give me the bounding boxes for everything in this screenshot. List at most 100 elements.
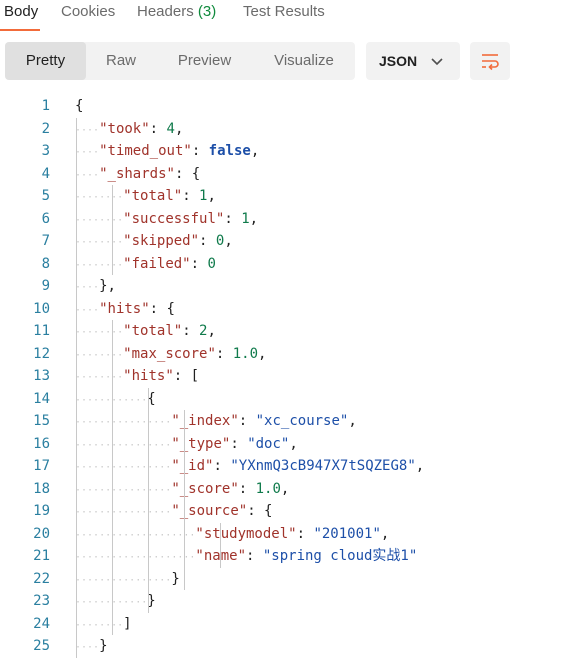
code-line: 1{ bbox=[0, 95, 578, 118]
code-text: ········"hits": [ bbox=[75, 365, 199, 390]
indent-whitespace-dots: ········ bbox=[75, 237, 124, 248]
code-token: 1.0 bbox=[232, 345, 259, 362]
code-line: 15 ················"_index": "xc_course", bbox=[0, 410, 578, 433]
code-token: "doc" bbox=[247, 435, 290, 452]
code-token: : { bbox=[247, 503, 273, 519]
code-text: ····················"name": "spring clou… bbox=[75, 545, 417, 570]
chevron-down-icon bbox=[430, 55, 444, 73]
line-number: 13 bbox=[33, 368, 50, 384]
indent-whitespace-dots: ···· bbox=[75, 147, 100, 158]
code-text: ····"took": 4, bbox=[75, 118, 183, 143]
tab-test-results-label: Test Results bbox=[243, 3, 325, 20]
code-line: 16 ················"_type": "doc", bbox=[0, 433, 578, 456]
indent-whitespace-dots: ················ bbox=[75, 574, 172, 586]
code-text: ····················"studymodel": "20100… bbox=[75, 523, 389, 548]
code-line: 2 ····"took": 4, bbox=[0, 118, 578, 141]
indent-whitespace-dots: ········ bbox=[75, 259, 124, 271]
code-token: : bbox=[191, 143, 209, 159]
code-token: : bbox=[230, 435, 248, 452]
code-token: , bbox=[207, 188, 216, 204]
code-token: , bbox=[258, 345, 267, 362]
line-number: 23 bbox=[33, 593, 50, 609]
code-token: "hits" bbox=[123, 368, 174, 384]
code-token: false bbox=[208, 143, 251, 159]
headers-count-badge: (3) bbox=[197, 3, 217, 20]
indent-whitespace-dots: ···· bbox=[75, 169, 100, 181]
code-text: ····"timed_out": false, bbox=[75, 140, 259, 165]
code-text: ····"_shards": { bbox=[75, 163, 200, 188]
line-number: 16 bbox=[33, 435, 50, 452]
code-token: } bbox=[99, 638, 108, 654]
code-line: 12 ········"max_score": 1.0, bbox=[0, 343, 578, 366]
code-token: : bbox=[224, 210, 242, 227]
format-select[interactable]: JSON bbox=[366, 42, 460, 80]
code-text: ········"max_score": 1.0, bbox=[75, 343, 266, 368]
wrap-lines-button[interactable] bbox=[470, 42, 510, 80]
code-token: 4 bbox=[166, 120, 175, 137]
tab-test-results[interactable]: Test Results bbox=[243, 3, 325, 20]
line-number: 14 bbox=[33, 390, 50, 407]
line-number: 25 bbox=[33, 638, 50, 654]
code-token: } bbox=[171, 570, 180, 587]
code-token: ] bbox=[123, 615, 132, 632]
code-line: 10 ····"hits": { bbox=[0, 298, 578, 321]
code-token: "max_score" bbox=[123, 345, 216, 362]
code-token: 0 bbox=[207, 255, 216, 272]
tab-headers[interactable]: Headers (3) bbox=[137, 3, 216, 20]
code-token: , bbox=[224, 233, 233, 249]
code-token: "_source" bbox=[171, 503, 248, 519]
indent-guide bbox=[184, 410, 185, 590]
line-number: 24 bbox=[33, 615, 50, 632]
line-number: 9 bbox=[41, 278, 50, 294]
preview-button[interactable]: Preview bbox=[156, 42, 253, 80]
code-token: "skipped" bbox=[123, 233, 200, 249]
line-number: 21 bbox=[33, 548, 50, 564]
code-text: ····} bbox=[75, 635, 108, 660]
code-text: ········"total": 2, bbox=[75, 320, 216, 345]
code-token: , bbox=[207, 323, 216, 339]
code-token: "_index" bbox=[171, 413, 239, 429]
code-token: : bbox=[190, 255, 208, 272]
code-text: ····}, bbox=[75, 275, 116, 300]
code-token: : bbox=[238, 413, 256, 429]
code-token: , bbox=[249, 210, 259, 227]
pretty-button[interactable]: Pretty bbox=[5, 42, 86, 80]
code-text: ············} bbox=[75, 590, 156, 615]
code-token: "timed_out" bbox=[99, 143, 192, 159]
tab-body[interactable]: Body bbox=[4, 3, 38, 20]
code-token: : bbox=[246, 548, 263, 564]
code-token: : bbox=[199, 233, 216, 249]
indent-whitespace-dots: ···················· bbox=[75, 552, 196, 563]
code-text: ················"_source": { bbox=[75, 500, 272, 525]
line-number: 11 bbox=[33, 323, 50, 339]
line-number: 19 bbox=[33, 503, 50, 519]
line-number: 15 bbox=[33, 413, 50, 429]
code-line: 24 ········] bbox=[0, 613, 578, 636]
tab-cookies[interactable]: Cookies bbox=[61, 3, 115, 20]
code-text: ················"_type": "doc", bbox=[75, 433, 298, 458]
code-token: "_score" bbox=[171, 480, 239, 497]
line-number: 12 bbox=[33, 345, 50, 362]
code-token: }, bbox=[99, 278, 116, 294]
line-number: 7 bbox=[41, 233, 50, 249]
code-token: , bbox=[174, 120, 184, 137]
code-token: "_shards" bbox=[99, 165, 175, 182]
response-body-editor[interactable]: 1{2 ····"took": 4, 3 ····"timed_out": false… bbox=[0, 95, 578, 658]
visualize-button[interactable]: Visualize bbox=[253, 42, 355, 80]
indent-whitespace-dots: ················ bbox=[75, 507, 172, 518]
code-text: ············{ bbox=[75, 388, 156, 413]
code-token: "YXnmQ3cB947X7tSQZEG8" bbox=[230, 458, 416, 474]
code-token: "_type" bbox=[171, 435, 231, 452]
code-line: 11 ········"total": 2, bbox=[0, 320, 578, 343]
code-line: 18 ················"_score": 1.0, bbox=[0, 478, 578, 501]
indent-whitespace-dots: ········ bbox=[75, 192, 124, 203]
code-token: , bbox=[289, 435, 298, 452]
indent-guide bbox=[76, 117, 77, 658]
tab-body-label: Body bbox=[4, 3, 39, 20]
code-token: : bbox=[182, 188, 200, 204]
code-token: "failed" bbox=[123, 255, 191, 272]
code-token: "201001" bbox=[313, 525, 381, 542]
view-mode-segmented-control: Pretty Raw Preview Visualize bbox=[5, 42, 355, 80]
raw-button[interactable]: Raw bbox=[86, 42, 156, 80]
indent-guide bbox=[148, 387, 149, 613]
